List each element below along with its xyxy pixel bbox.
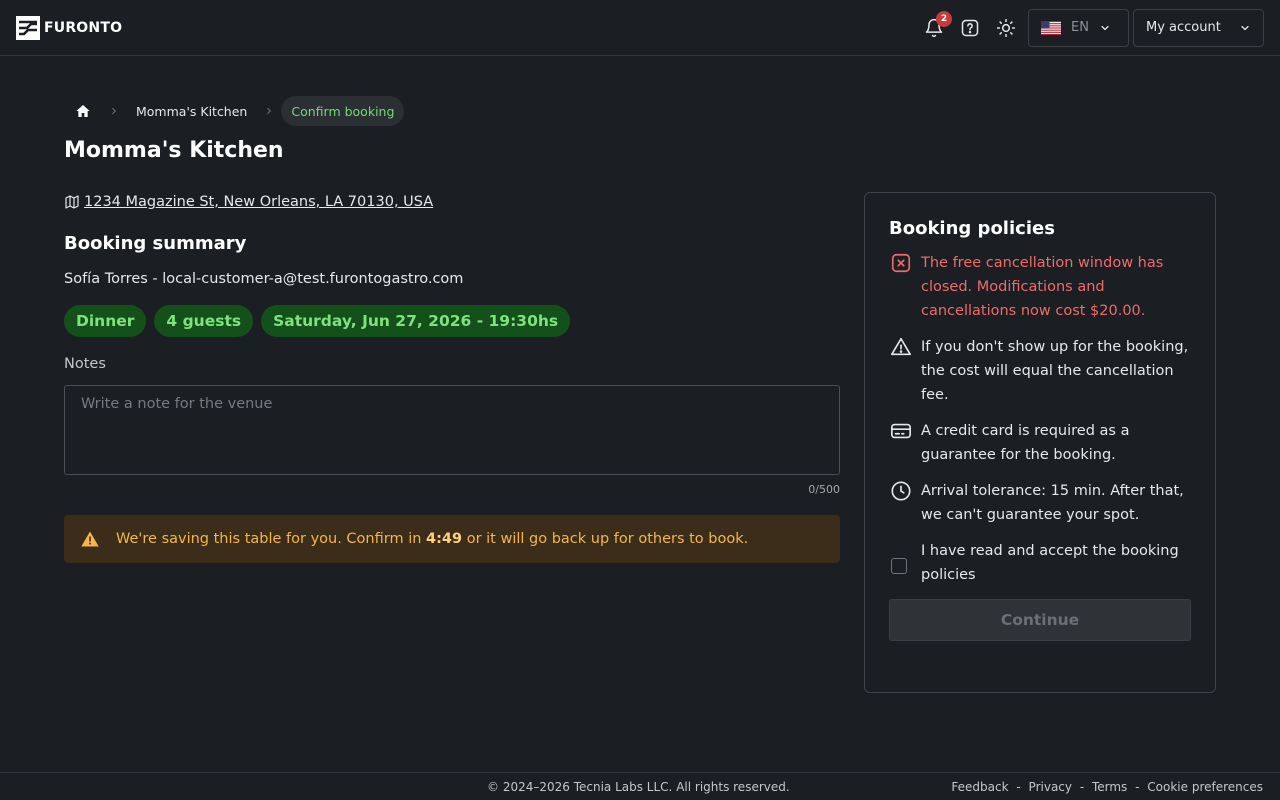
datetime-chip: Saturday, Jun 27, 2026 - 19:30hs bbox=[261, 305, 571, 337]
customer-info: Sofía Torres - local-customer-a@test.fur… bbox=[64, 271, 464, 287]
chevron-down-icon bbox=[1101, 25, 1109, 30]
home-icon bbox=[76, 105, 90, 117]
policy-text: Arrival tolerance: 15 min. After that, w… bbox=[921, 483, 1184, 523]
policy-item: If you don't show up for the booking, th… bbox=[889, 335, 1191, 407]
x-square-icon bbox=[889, 251, 913, 275]
copyright-text: © 2024–2026 Tecnia Labs LLC. All rights … bbox=[487, 780, 790, 794]
footer-link-feedback[interactable]: Feedback bbox=[951, 780, 1008, 794]
credit-card-icon bbox=[889, 419, 913, 443]
hold-alert-text: We're saving this table for you. Confirm… bbox=[116, 531, 748, 547]
language-selector[interactable]: EN bbox=[1028, 8, 1129, 47]
accept-policies-row: I have read and accept the booking polic… bbox=[889, 539, 1191, 587]
breadcrumb-venue-link[interactable]: Momma's Kitchen bbox=[126, 104, 257, 119]
hold-alert-text-before: We're saving this table for you. Confirm… bbox=[116, 531, 427, 547]
footer: © 2024–2026 Tecnia Labs LLC. All rights … bbox=[0, 772, 1280, 800]
policy-text: A credit card is required as a guarantee… bbox=[921, 423, 1130, 463]
notification-count-badge: 2 bbox=[936, 10, 952, 27]
sun-icon bbox=[996, 18, 1016, 37]
app-name: FURONTO bbox=[44, 19, 123, 36]
footer-separator: - bbox=[1131, 780, 1144, 794]
continue-button[interactable]: Continue bbox=[889, 599, 1191, 641]
venue-address-link[interactable]: 1234 Magazine St, New Orleans, LA 70130,… bbox=[84, 194, 433, 210]
my-account-menu[interactable]: My account bbox=[1133, 8, 1264, 47]
notes-char-counter: 0/500 bbox=[808, 483, 840, 496]
us-flag-icon bbox=[1041, 20, 1061, 35]
breadcrumb-home[interactable] bbox=[64, 96, 102, 126]
hold-timer: 4:49 bbox=[426, 531, 463, 547]
hold-alert-text-after: or it will go back up for others to book… bbox=[462, 531, 749, 547]
chevron-right-icon bbox=[102, 106, 126, 116]
account-label: My account bbox=[1146, 20, 1221, 35]
policy-text: If you don't show up for the booking, th… bbox=[921, 339, 1189, 403]
warning-triangle-icon bbox=[889, 335, 913, 359]
chevron-right-icon bbox=[257, 106, 281, 116]
booking-chips: Dinner 4 guests Saturday, Jun 27, 2026 -… bbox=[64, 305, 571, 337]
notes-textarea[interactable] bbox=[64, 385, 840, 475]
breadcrumb-current: Confirm booking bbox=[281, 96, 405, 126]
notifications-button[interactable]: 2 bbox=[916, 10, 952, 46]
footer-link-privacy[interactable]: Privacy bbox=[1029, 780, 1072, 794]
accept-policies-checkbox[interactable] bbox=[891, 557, 907, 574]
page-title: Momma's Kitchen bbox=[64, 138, 284, 163]
guests-chip: 4 guests bbox=[154, 305, 254, 337]
policy-item: Arrival tolerance: 15 min. After that, w… bbox=[889, 479, 1191, 527]
map-icon bbox=[65, 195, 79, 209]
policy-text: The free cancellation window has closed.… bbox=[921, 255, 1164, 319]
venue-address: 1234 Magazine St, New Orleans, LA 70130,… bbox=[64, 194, 433, 210]
help-button[interactable] bbox=[952, 10, 988, 46]
app-logo[interactable]: FURONTO bbox=[16, 15, 123, 40]
top-navigation-bar: FURONTO 2 EN My account bbox=[0, 0, 1280, 56]
footer-separator: - bbox=[1012, 780, 1025, 794]
table-hold-alert: We're saving this table for you. Confirm… bbox=[64, 515, 840, 563]
furonto-logo-icon bbox=[16, 15, 40, 40]
footer-separator: - bbox=[1076, 780, 1088, 794]
chevron-down-icon bbox=[1241, 25, 1249, 30]
help-icon bbox=[961, 19, 979, 36]
breadcrumb: Momma's Kitchen Confirm booking bbox=[64, 96, 405, 126]
policy-item: A credit card is required as a guarantee… bbox=[889, 419, 1191, 467]
booking-summary-title: Booking summary bbox=[64, 233, 247, 254]
accept-policies-label[interactable]: I have read and accept the booking polic… bbox=[921, 539, 1191, 587]
policy-item: The free cancellation window has closed.… bbox=[889, 251, 1191, 323]
notes-label: Notes bbox=[64, 356, 106, 372]
footer-link-terms[interactable]: Terms bbox=[1092, 780, 1127, 794]
footer-link-cookie-preferences[interactable]: Cookie preferences bbox=[1147, 780, 1263, 794]
theme-toggle-button[interactable] bbox=[988, 10, 1024, 46]
clock-icon bbox=[889, 479, 913, 503]
booking-policies-card: Booking policies The free cancellation w… bbox=[864, 192, 1216, 693]
policies-title: Booking policies bbox=[889, 218, 1055, 239]
footer-links: Feedback - Privacy - Terms - Cookie pref… bbox=[951, 780, 1263, 794]
warning-icon bbox=[81, 531, 99, 547]
language-code: EN bbox=[1071, 20, 1089, 35]
meal-chip: Dinner bbox=[64, 305, 147, 337]
